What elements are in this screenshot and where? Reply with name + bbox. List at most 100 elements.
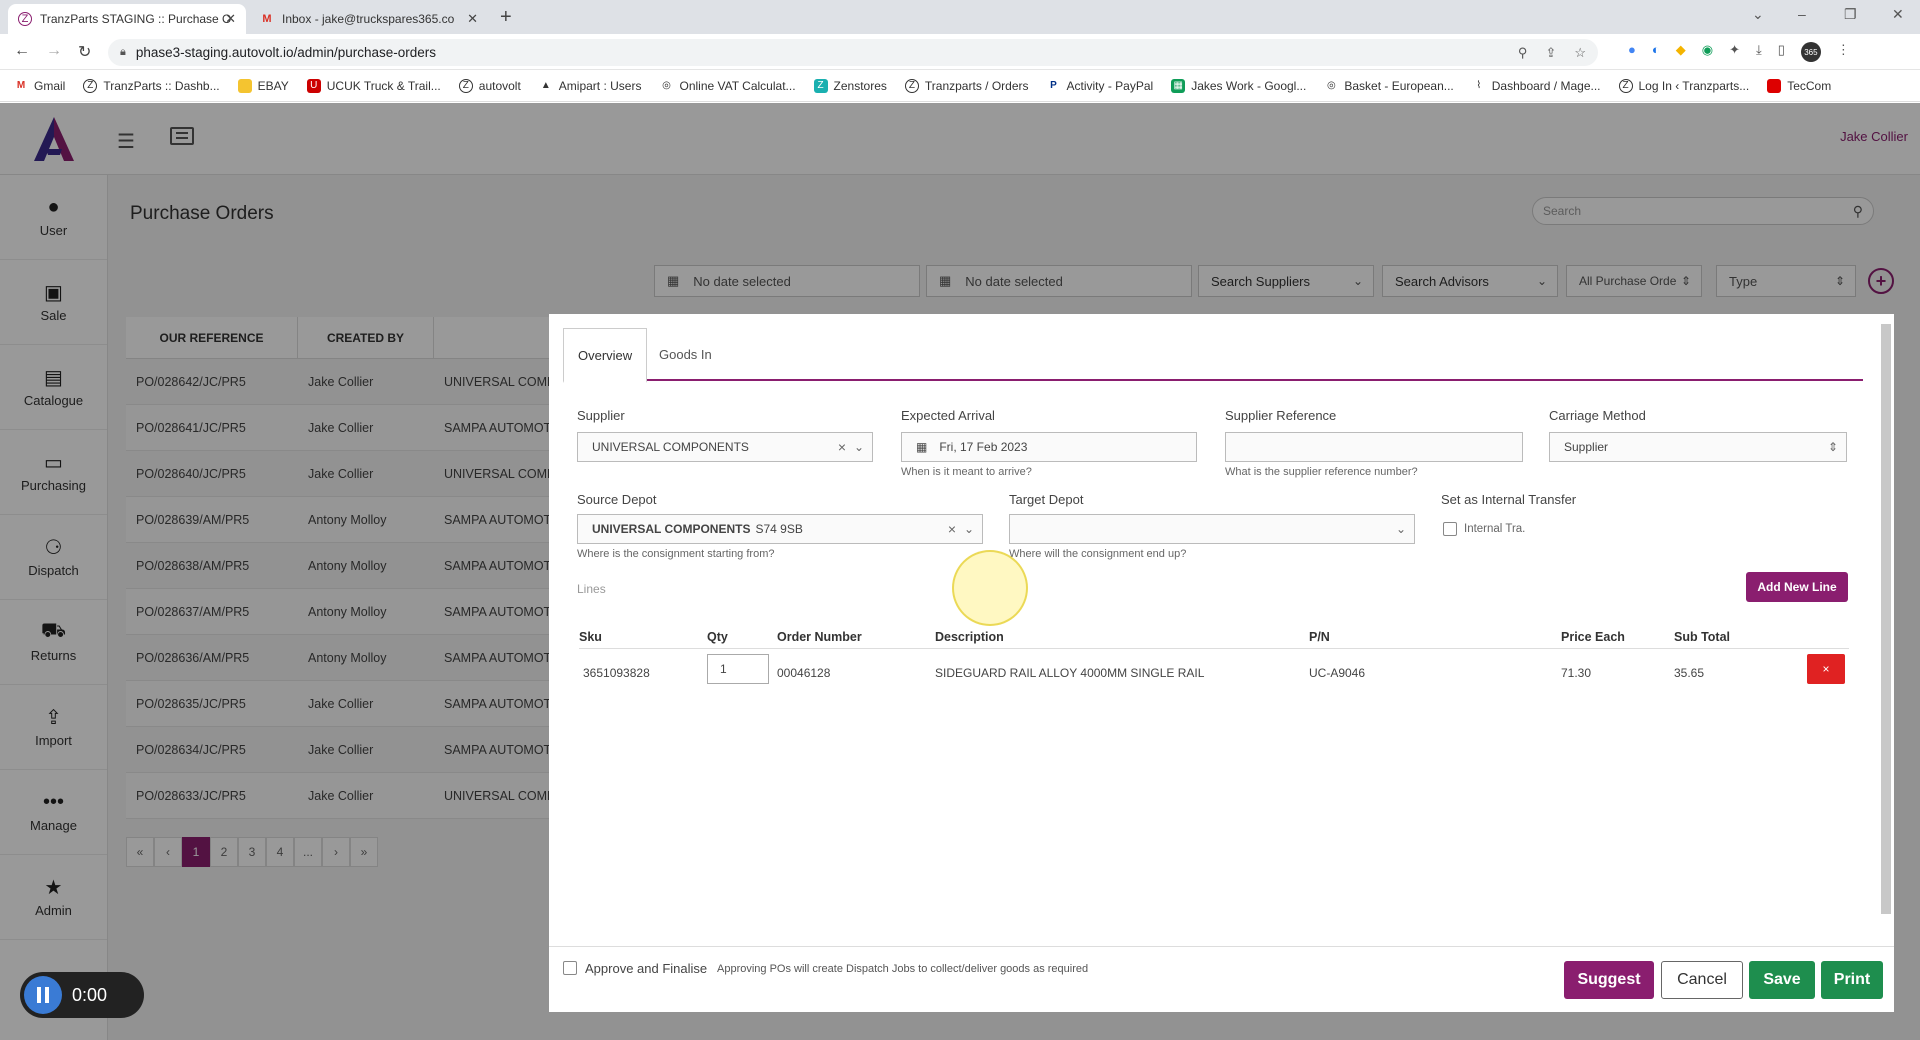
bookmark-item[interactable]: P Activity - PayPal [1047, 79, 1153, 93]
recorder-time: 0:00 [72, 984, 108, 1005]
extension-icon[interactable]: ◆ [1676, 42, 1686, 62]
bookmark-item[interactable]: ▲ Amipart : Users [539, 79, 642, 93]
forward-icon[interactable]: → [46, 42, 62, 60]
extension-icon[interactable]: ◉ [1702, 42, 1713, 62]
tab-overview[interactable]: Overview [563, 328, 648, 383]
modal-footer: Approve and Finalise Approving POs will … [549, 946, 1894, 1012]
browser-tab-tranzparts[interactable]: Z TranzParts STAGING :: Purchase O ✕ [8, 4, 246, 34]
clear-icon[interactable]: × [948, 521, 956, 537]
new-tab-icon[interactable]: + [500, 6, 512, 29]
url-text: phase3-staging.autovolt.io/admin/purchas… [135, 45, 437, 60]
suggest-button[interactable]: Suggest [1564, 961, 1654, 999]
chevron-down-icon[interactable]: ⌄ [964, 522, 974, 536]
line-qty-input[interactable]: 1 [707, 654, 769, 684]
folder-icon [237, 78, 252, 93]
bookmark-item[interactable]: Z Tranzparts / Orders [904, 78, 1029, 93]
reload-icon[interactable]: ↻ [78, 42, 91, 62]
sidepanel-icon[interactable]: ▯ [1778, 42, 1785, 62]
bookmark-item[interactable]: ◎ Basket - European... [1324, 79, 1454, 93]
bookmark-item[interactable]: EBAY [237, 78, 289, 93]
save-button[interactable]: Save [1749, 961, 1815, 999]
chevron-down-icon[interactable]: ⌄ [1396, 522, 1406, 536]
line-part-number: UC-A9046 [1309, 666, 1366, 680]
tab-search-icon[interactable]: ⌄ [1752, 6, 1764, 23]
carriage-method-label: Carriage Method [1549, 408, 1646, 423]
address-bar-row: ← → ↻ 🔒︎ phase3-staging.autovolt.io/admi… [0, 34, 1920, 70]
approve-finalise-help: Approving POs will create Dispatch Jobs … [717, 963, 1089, 975]
expected-arrival-help: When is it meant to arrive? [901, 466, 1032, 478]
close-tab-icon[interactable]: ✕ [225, 11, 236, 27]
delete-line-button[interactable]: × [1807, 654, 1845, 684]
amipart-icon: ▲ [540, 80, 551, 91]
download-icon[interactable]: ⤓ [1756, 42, 1762, 62]
close-tab-icon[interactable]: ✕ [467, 11, 478, 27]
pause-icon[interactable] [24, 976, 62, 1014]
chevron-down-icon[interactable]: ⌄ [854, 440, 864, 454]
maximize-icon[interactable]: ❐ [1844, 6, 1857, 23]
lines-table-header: Sku Qty Order Number Description P/N Pri… [579, 627, 1849, 649]
tranzparts-icon: Z [83, 78, 98, 93]
carriage-method-select[interactable]: Supplier ⇕ [1549, 432, 1847, 462]
lines-label: Lines [577, 582, 606, 596]
source-depot-label: Source Depot [577, 492, 657, 507]
add-new-line-button[interactable]: Add New Line [1746, 572, 1848, 602]
bookmark-star-icon[interactable]: ☆ [1574, 45, 1586, 61]
approve-finalise-label: Approve and Finalise [585, 961, 708, 976]
select-arrows-icon: ⇕ [1827, 440, 1838, 454]
tranzparts-icon: Z [18, 12, 32, 26]
bookmarks-bar: M Gmail Z TranzParts :: Dashb... EBAY U UCU… [0, 70, 1920, 102]
source-depot-select[interactable]: UNIVERSAL COMPONENTS S74 9SB × ⌄ [577, 514, 983, 544]
extension-icon[interactable]: ● [1628, 42, 1636, 62]
purchase-order-modal: Overview Goods In Supplier UNIVERSAL COM… [549, 314, 1894, 1012]
print-button[interactable]: Print [1821, 961, 1883, 999]
avatar[interactable]: 365 [1800, 42, 1821, 62]
bookmark-item[interactable]: U UCUK Truck & Trail... [306, 78, 441, 93]
globe-icon: ◎ [1326, 80, 1336, 91]
expected-arrival-input[interactable]: ▦ Fri, 17 Feb 2023 [901, 432, 1197, 462]
cancel-button[interactable]: Cancel [1661, 961, 1743, 999]
supplier-select[interactable]: UNIVERSAL COMPONENTS × ⌄ [577, 432, 873, 462]
browser-tab-gmail[interactable]: M Inbox - jake@truckspares365.co ✕ [250, 4, 488, 34]
bookmark-item[interactable]: Z Log In ‹ Tranzparts... [1618, 78, 1749, 93]
bookmark-item[interactable]: ⌇ Dashboard / Mage... [1472, 79, 1600, 93]
expected-arrival-label: Expected Arrival [901, 408, 995, 423]
tranzparts-icon: Z [458, 78, 473, 93]
clear-icon[interactable]: × [838, 439, 846, 455]
modal-scrollbar[interactable] [1881, 324, 1891, 914]
gmail-icon: M [16, 80, 26, 91]
internal-transfer-checkbox[interactable] [1443, 522, 1457, 536]
bookmark-item[interactable]: Z Zenstores [813, 78, 887, 93]
share-icon[interactable]: ⇪ [1545, 45, 1556, 61]
url-bar[interactable]: 🔒︎ phase3-staging.autovolt.io/admin/purc… [108, 39, 1598, 66]
target-depot-select[interactable]: ⌄ [1009, 514, 1415, 544]
paypal-icon: P [1050, 80, 1057, 91]
tab-goods-in[interactable]: Goods In [645, 328, 726, 381]
extension-icon[interactable]: ◐ [1652, 42, 1660, 62]
bookmark-item[interactable]: Zautovolt [458, 78, 521, 93]
zoom-icon[interactable]: ⚲ [1518, 45, 1528, 61]
supplier-reference-label: Supplier Reference [1225, 408, 1337, 423]
back-icon[interactable]: ← [14, 42, 30, 60]
bookmark-item[interactable]: ◎ Online VAT Calculat... [659, 79, 795, 93]
puzzle-icon[interactable]: ✦ [1729, 42, 1740, 62]
teccom-icon [1767, 78, 1782, 93]
browser-tab-strip: Z TranzParts STAGING :: Purchase O ✕ M I… [0, 0, 1920, 34]
bookmark-item[interactable]: ▦ Jakes Work - Googl... [1171, 78, 1306, 93]
bookmark-item[interactable]: M Gmail [14, 79, 66, 93]
gmail-icon: M [262, 13, 272, 25]
internal-transfer-label: Set as Internal Transfer [1441, 492, 1577, 507]
bookmark-item[interactable]: TecCom [1767, 78, 1831, 93]
approve-finalise-checkbox[interactable] [563, 961, 577, 975]
menu-dots-icon[interactable]: ⋮ [1837, 42, 1850, 62]
ucuk-icon: U [306, 78, 321, 93]
modal-tabs: Overview Goods In [563, 328, 1863, 383]
supplier-reference-input[interactable] [1225, 432, 1523, 462]
screen-recorder-widget[interactable]: 0:00 [20, 972, 144, 1018]
zenstores-icon: Z [813, 78, 828, 93]
line-description: SIDEGUARD RAIL ALLOY 4000MM SINGLE RAIL [935, 666, 1205, 680]
bookmark-item[interactable]: Z TranzParts :: Dashb... [83, 78, 220, 93]
minimize-icon[interactable]: – [1798, 6, 1806, 22]
close-window-icon[interactable]: ✕ [1892, 6, 1904, 23]
magento-icon: ⌇ [1476, 80, 1482, 91]
supplier-reference-help: What is the supplier reference number? [1225, 466, 1418, 478]
